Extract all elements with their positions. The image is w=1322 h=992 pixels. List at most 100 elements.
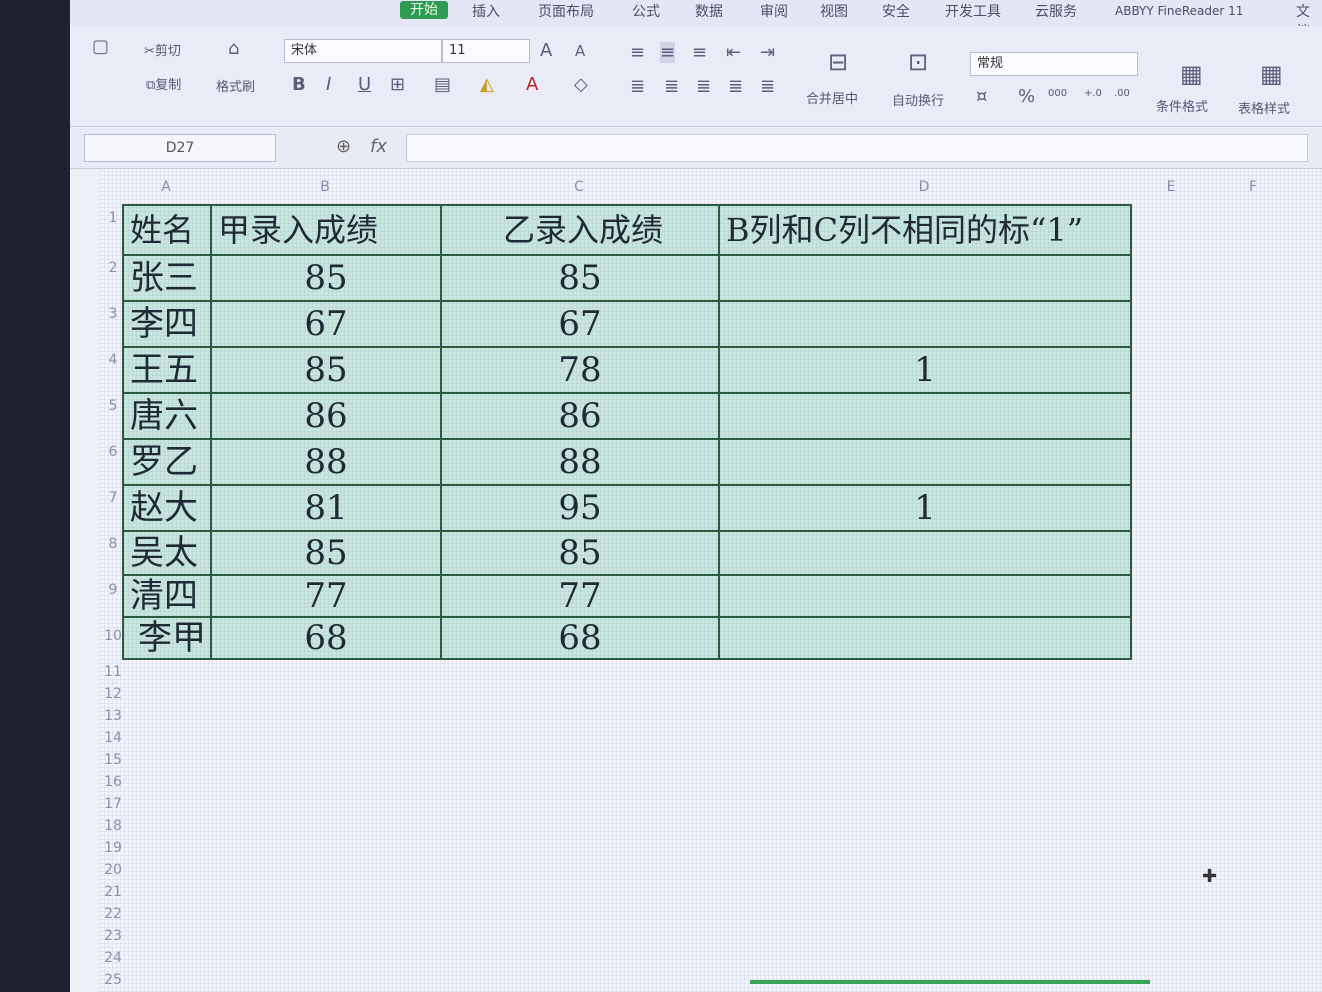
currency-icon[interactable]: ¤ bbox=[976, 86, 987, 107]
column-header-b[interactable]: B bbox=[210, 170, 440, 204]
underline-button[interactable]: U bbox=[358, 74, 371, 95]
row-number[interactable]: 25 bbox=[100, 972, 126, 988]
tab-data[interactable]: 数据 bbox=[695, 1, 723, 21]
tab-insert[interactable]: 插入 bbox=[472, 1, 500, 21]
row-number[interactable]: 23 bbox=[100, 928, 126, 944]
merge-center-button[interactable]: 合并居中 bbox=[806, 88, 858, 107]
cell-d3[interactable] bbox=[720, 302, 1132, 348]
row-number[interactable]: 13 bbox=[100, 708, 126, 724]
row-number[interactable]: 20 bbox=[100, 862, 126, 878]
merge-center-icon[interactable]: ⊟ bbox=[828, 48, 848, 76]
cell-a3[interactable]: 李四 bbox=[124, 302, 212, 348]
tab-page-layout[interactable]: 页面布局 bbox=[538, 1, 594, 21]
cell-a5[interactable]: 唐六 bbox=[124, 394, 212, 440]
cell-c4[interactable]: 78 bbox=[442, 348, 720, 394]
cell-a8[interactable]: 吴太 bbox=[124, 532, 212, 576]
cell-b5[interactable]: 86 bbox=[212, 394, 442, 440]
tab-cloud[interactable]: 云服务 bbox=[1035, 1, 1077, 21]
fx-button[interactable]: fx bbox=[370, 136, 387, 157]
decrease-font-icon[interactable]: A bbox=[575, 42, 585, 60]
cell-d6[interactable] bbox=[720, 440, 1132, 486]
cell-a2[interactable]: 张三 bbox=[124, 256, 212, 302]
cell-d10[interactable] bbox=[720, 618, 1132, 660]
cell-c9[interactable]: 77 bbox=[442, 576, 720, 618]
column-header-c[interactable]: C bbox=[440, 170, 718, 204]
cell-b4[interactable]: 85 bbox=[212, 348, 442, 394]
align-right-icon[interactable]: ≣ bbox=[696, 76, 711, 97]
cell-c8[interactable]: 85 bbox=[442, 532, 720, 576]
worksheet-grid[interactable]: A B C D E F 1 2 3 4 5 6 7 8 9 10 11 12 1… bbox=[100, 170, 1322, 992]
increase-font-icon[interactable]: A bbox=[540, 40, 552, 61]
indent-increase-icon[interactable]: ⇥ bbox=[760, 42, 775, 63]
cell-c2[interactable]: 85 bbox=[442, 256, 720, 302]
cell-c1[interactable]: 乙录入成绩 bbox=[442, 206, 720, 256]
border-icon[interactable]: ⊞ bbox=[390, 74, 405, 95]
wrap-text-button[interactable]: 自动换行 bbox=[892, 90, 944, 109]
column-header-e[interactable]: E bbox=[1130, 170, 1212, 204]
cell-c7[interactable]: 95 bbox=[442, 486, 720, 532]
cell-c3[interactable]: 67 bbox=[442, 302, 720, 348]
cell-d7[interactable]: 1 bbox=[720, 486, 1132, 532]
conditional-format-button[interactable]: 条件格式 bbox=[1156, 96, 1208, 115]
cut-button[interactable]: ✂剪切 bbox=[144, 40, 181, 59]
cell-b1[interactable]: 甲录入成绩 bbox=[212, 206, 442, 256]
row-number[interactable]: 22 bbox=[100, 906, 126, 922]
cell-d4[interactable]: 1 bbox=[720, 348, 1132, 394]
cell-b7[interactable]: 81 bbox=[212, 486, 442, 532]
tab-view[interactable]: 视图 bbox=[820, 1, 848, 21]
row-number[interactable]: 11 bbox=[100, 664, 126, 680]
formula-input[interactable] bbox=[406, 134, 1308, 162]
cell-c5[interactable]: 86 bbox=[442, 394, 720, 440]
cell-b10[interactable]: 68 bbox=[212, 618, 442, 660]
cell-a1[interactable]: 姓名 bbox=[124, 206, 212, 256]
row-number[interactable]: 16 bbox=[100, 774, 126, 790]
column-header-f[interactable]: F bbox=[1212, 170, 1294, 204]
cell-a9[interactable]: 清四 bbox=[124, 576, 212, 618]
distributed-icon[interactable]: ≣ bbox=[760, 76, 775, 97]
align-bottom-icon[interactable]: ≡ bbox=[692, 42, 707, 63]
cell-b8[interactable]: 85 bbox=[212, 532, 442, 576]
tab-review[interactable]: 审阅 bbox=[760, 1, 788, 21]
cell-c10[interactable]: 68 bbox=[442, 618, 720, 660]
cell-a10[interactable]: 李甲 bbox=[124, 618, 212, 660]
tab-home[interactable]: 开始 bbox=[400, 1, 448, 19]
align-middle-icon[interactable]: ≡ bbox=[660, 42, 676, 63]
cell-a6[interactable]: 罗乙 bbox=[124, 440, 212, 486]
cell-a7[interactable]: 赵大 bbox=[124, 486, 212, 532]
table-style-icon[interactable]: ▦ bbox=[1260, 60, 1283, 88]
column-header-a[interactable]: A bbox=[122, 170, 210, 204]
cell-a4[interactable]: 王五 bbox=[124, 348, 212, 394]
cell-d9[interactable] bbox=[720, 576, 1132, 618]
row-number[interactable]: 21 bbox=[100, 884, 126, 900]
cell-b6[interactable]: 88 bbox=[212, 440, 442, 486]
decrease-decimal-icon[interactable]: .00 bbox=[1114, 88, 1130, 99]
row-number[interactable]: 17 bbox=[100, 796, 126, 812]
name-box[interactable]: D27 bbox=[84, 134, 276, 162]
italic-button[interactable]: I bbox=[326, 74, 331, 95]
cell-b2[interactable]: 85 bbox=[212, 256, 442, 302]
bold-button[interactable]: B bbox=[292, 74, 306, 95]
indent-decrease-icon[interactable]: ⇤ bbox=[726, 42, 741, 63]
table-style-button[interactable]: 表格样式 bbox=[1238, 98, 1290, 117]
row-number[interactable]: 15 bbox=[100, 752, 126, 768]
zoom-search-icon[interactable]: ⊕ bbox=[336, 136, 351, 157]
format-painter-button[interactable]: 格式刷 bbox=[216, 76, 255, 95]
cell-d2[interactable] bbox=[720, 256, 1132, 302]
thousands-button[interactable]: 000 bbox=[1048, 88, 1067, 99]
tab-security[interactable]: 安全 bbox=[882, 1, 910, 21]
font-name-select[interactable]: 宋体 bbox=[284, 39, 442, 63]
cell-b9[interactable]: 77 bbox=[212, 576, 442, 618]
cell-d1[interactable]: B列和C列不相同的标“1” bbox=[720, 206, 1132, 256]
align-center-icon[interactable]: ≣ bbox=[664, 76, 679, 97]
cell-d5[interactable] bbox=[720, 394, 1132, 440]
font-size-select[interactable]: 11 bbox=[442, 39, 530, 63]
row-number[interactable]: 19 bbox=[100, 840, 126, 856]
tab-developer[interactable]: 开发工具 bbox=[945, 1, 1001, 21]
row-number[interactable]: 18 bbox=[100, 818, 126, 834]
row-number[interactable]: 12 bbox=[100, 686, 126, 702]
row-number[interactable]: 14 bbox=[100, 730, 126, 746]
tab-abbyy[interactable]: ABBYY FineReader 11 bbox=[1115, 4, 1243, 18]
cell-c6[interactable]: 88 bbox=[442, 440, 720, 486]
clear-format-icon[interactable]: ◇ bbox=[574, 74, 588, 95]
column-header-d[interactable]: D bbox=[718, 170, 1130, 204]
